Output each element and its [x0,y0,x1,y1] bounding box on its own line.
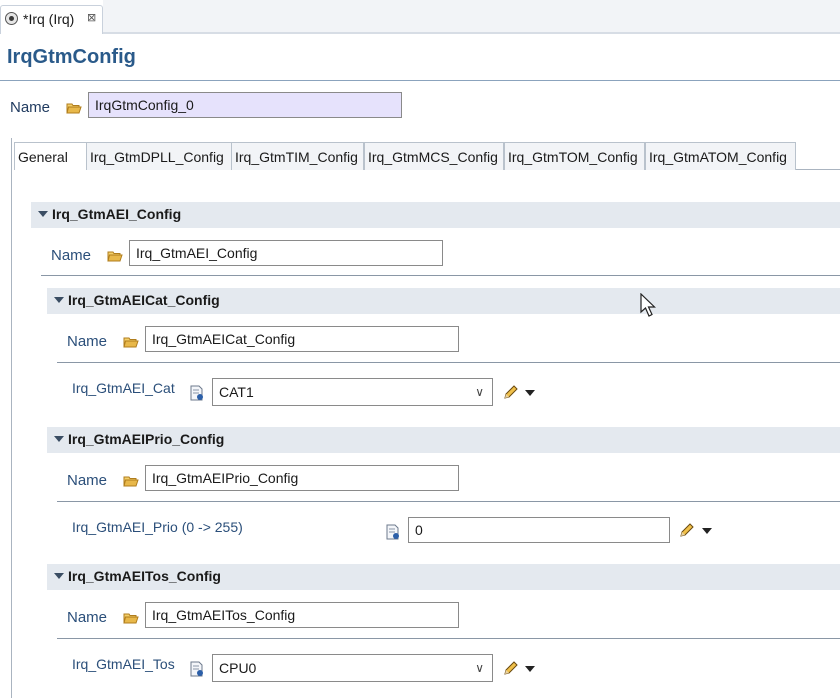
mouse-cursor-icon [640,293,656,317]
cat-name-input[interactable]: Irq_GtmAEICat_Config [145,326,459,352]
chevron-down-icon[interactable] [38,211,48,217]
target-icon [5,12,18,25]
aei-name-input[interactable]: Irq_GtmAEI_Config [129,240,443,266]
chevron-down-icon[interactable] [54,297,64,303]
folder-icon[interactable] [66,102,82,114]
tos-param-label: Irq_GtmAEI_Tos [72,656,175,672]
chevron-down-icon[interactable]: ∨ [475,661,484,675]
editor-tab-title: *Irq (Irq) [23,11,75,27]
dropdown-arrow-icon[interactable] [702,528,712,534]
aei-name-label: Name [51,247,92,264]
prio-value-input[interactable]: 0 [408,517,670,543]
name-label: Name [10,99,51,116]
section-irq-gtmaeicat-config[interactable]: Irq_GtmAEICat_Config [47,288,840,314]
cat-combo-value: CAT1 [219,384,254,400]
pencil-icon[interactable] [503,660,519,676]
editor-tab-bar: *Irq (Irq) ⊠ [0,0,840,34]
section-irq-gtmaei-config[interactable]: Irq_GtmAEI_Config [31,202,840,228]
prio-name-input[interactable]: Irq_GtmAEIPrio_Config [145,465,459,491]
tos-combo[interactable]: CPU0 ∨ [212,654,493,682]
row-separator [41,275,840,276]
header-separator [0,80,840,81]
page-title: IrqGtmConfig [7,46,136,68]
chevron-down-icon[interactable] [54,436,64,442]
section-irq-gtmaeiprio-config[interactable]: Irq_GtmAEIPrio_Config [47,427,840,453]
row-separator [57,638,840,639]
cat-param-label: Irq_GtmAEI_Cat [72,380,175,396]
pencil-icon[interactable] [679,522,695,538]
folder-icon[interactable] [123,475,139,487]
tos-name-input[interactable]: Irq_GtmAEITos_Config [145,602,459,628]
close-icon[interactable]: ⊠ [87,11,96,24]
config-doc-icon [386,524,399,540]
folder-icon[interactable] [123,612,139,624]
dropdown-arrow-icon[interactable] [525,666,535,672]
row-separator [57,501,840,502]
row-separator [57,362,840,363]
tos-name-label: Name [67,609,108,626]
dropdown-arrow-icon[interactable] [525,390,535,396]
tab-irq-gtmdpll-config[interactable]: Irq_GtmDPLL_Config [86,142,232,170]
pencil-icon[interactable] [503,384,519,400]
editor-tab-strip-background [103,0,840,33]
section-title: Irq_GtmAEI_Config [52,206,182,222]
folder-icon[interactable] [123,336,139,348]
chevron-down-icon[interactable]: ∨ [475,385,484,399]
tab-irq-gtmmcs-config[interactable]: Irq_GtmMCS_Config [364,142,504,170]
cat-name-label: Name [67,333,108,350]
prio-param-label: Irq_GtmAEI_Prio (0 -> 255) [72,519,243,535]
folder-icon[interactable] [107,250,123,262]
editor-tab-irq[interactable]: *Irq (Irq) ⊠ [0,5,103,34]
prio-name-label: Name [67,472,108,489]
tos-combo-value: CPU0 [219,660,257,676]
config-doc-icon [190,385,203,401]
tab-irq-gtmatom-config[interactable]: Irq_GtmATOM_Config [645,142,796,170]
section-title: Irq_GtmAEIPrio_Config [68,431,225,447]
config-doc-icon [190,661,203,677]
chevron-down-icon[interactable] [54,573,64,579]
cat-combo[interactable]: CAT1 ∨ [212,378,493,406]
tab-general[interactable]: General [14,142,96,170]
section-title: Irq_GtmAEITos_Config [68,568,221,584]
tab-irq-gtmtom-config[interactable]: Irq_GtmTOM_Config [504,142,645,170]
config-name-input[interactable]: IrqGtmConfig_0 [88,92,402,118]
section-title: Irq_GtmAEICat_Config [68,292,220,308]
tab-irq-gtmtim-config[interactable]: Irq_GtmTIM_Config [231,142,364,170]
section-irq-gtmaeitos-config[interactable]: Irq_GtmAEITos_Config [47,564,840,590]
